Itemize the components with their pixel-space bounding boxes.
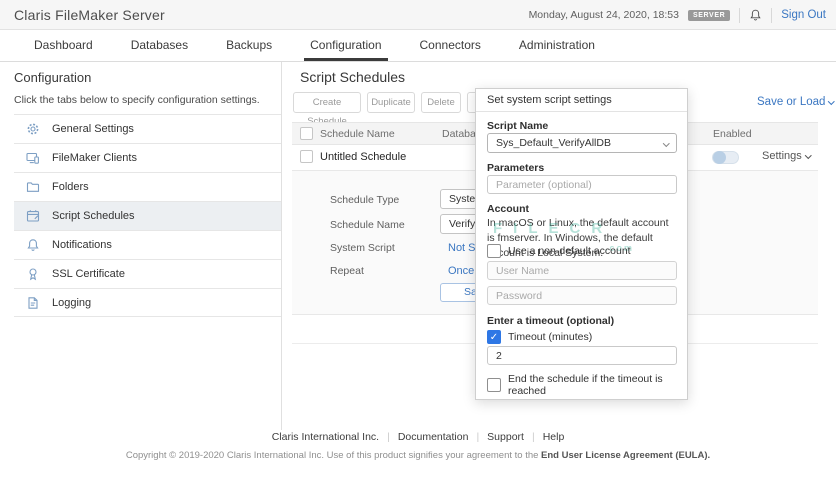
- duplicate-button[interactable]: Duplicate: [367, 92, 415, 113]
- divider: |: [476, 431, 480, 443]
- column-enabled: Enabled: [713, 128, 752, 140]
- column-schedule-name: Schedule Name: [320, 128, 395, 140]
- delete-button[interactable]: Delete: [421, 92, 461, 113]
- top-bar-right: Monday, August 24, 2020, 18:53 SERVER Si…: [529, 0, 826, 30]
- sidebar-list: General Settings FileMaker Clients Folde…: [14, 114, 281, 317]
- parameters-label: Parameters: [487, 162, 545, 174]
- sidebar-item-general-settings[interactable]: General Settings: [14, 114, 281, 143]
- username-input[interactable]: [487, 261, 677, 280]
- sidebar-divider: [281, 62, 282, 430]
- tab-connectors[interactable]: Connectors: [414, 30, 487, 61]
- sidebar-item-label: SSL Certificate: [52, 268, 125, 280]
- parameters-input[interactable]: [487, 175, 677, 194]
- admin-console-page: Claris FileMaker Server Monday, August 2…: [0, 0, 836, 484]
- main-nav: Dashboard Databases Backups Configuratio…: [0, 30, 836, 62]
- copyright-text: Copyright © 2019-2020 Claris Internation…: [125, 450, 711, 461]
- non-default-account-checkbox[interactable]: Use a non-default account: [487, 244, 631, 258]
- sidebar-item-label: Logging: [52, 296, 92, 309]
- script-name-select[interactable]: Sys_Default_VerifyAllDB: [487, 133, 677, 153]
- checkbox-unchecked[interactable]: [487, 378, 501, 392]
- divider: [739, 7, 741, 23]
- system-script-label: System Script: [330, 242, 395, 254]
- bell-icon: [26, 238, 40, 252]
- notifications-bell-icon[interactable]: [749, 8, 762, 22]
- sidebar-item-notifications[interactable]: Notifications: [14, 230, 281, 259]
- app-logo: Claris FileMaker Server: [14, 7, 165, 23]
- eula-text: End User License Agreement (EULA).: [541, 450, 711, 461]
- create-schedule-button[interactable]: Create Schedule: [293, 92, 361, 127]
- divider: |: [387, 431, 390, 443]
- divider: [771, 7, 773, 23]
- toggle-knob: [713, 151, 726, 164]
- enabled-toggle[interactable]: [712, 151, 739, 164]
- sidebar-item-folders[interactable]: Folders: [14, 172, 281, 201]
- password-input[interactable]: [487, 286, 677, 305]
- checkbox-checked[interactable]: ✓: [487, 330, 501, 344]
- sidebar-item-label: Notifications: [52, 239, 112, 251]
- repeat-label: Repeat: [330, 265, 364, 277]
- sign-out-link[interactable]: Sign Out: [781, 9, 826, 21]
- footer-link-documentation[interactable]: Documentation: [398, 431, 469, 443]
- timeout-checkbox[interactable]: ✓ Timeout (minutes): [487, 330, 592, 344]
- sidebar-title: Configuration: [14, 70, 92, 85]
- script-name-label: Script Name: [487, 120, 549, 132]
- settings-dropdown[interactable]: Settings: [762, 150, 812, 162]
- schedule-name-cell: Untitled Schedule: [320, 151, 407, 163]
- calendar-icon: [26, 209, 40, 223]
- select-all-checkbox[interactable]: [300, 127, 313, 140]
- sidebar-item-label: Script Schedules: [52, 210, 135, 222]
- sidebar-item-label: Folders: [52, 181, 89, 193]
- footer-link-support[interactable]: Support: [487, 431, 524, 443]
- tab-dashboard[interactable]: Dashboard: [28, 30, 99, 61]
- schedule-name-label: Schedule Name: [330, 219, 405, 231]
- chevron-down-icon: [662, 140, 669, 147]
- chevron-down-icon: [828, 97, 835, 104]
- system-script-settings-dialog: Set system script settings Script Name S…: [475, 88, 688, 400]
- end-schedule-checkbox[interactable]: End the schedule if the timeout is reach…: [487, 373, 687, 397]
- server-badge: SERVER: [687, 9, 731, 21]
- timeout-section-label: Enter a timeout (optional): [487, 315, 615, 327]
- tab-backups[interactable]: Backups: [220, 30, 278, 61]
- sidebar-item-filemaker-clients[interactable]: FileMaker Clients: [14, 143, 281, 172]
- footer-link-help[interactable]: Help: [543, 431, 565, 443]
- datetime-text: Monday, August 24, 2020, 18:53: [528, 9, 679, 21]
- log-icon: [26, 296, 40, 310]
- folder-icon: [26, 180, 40, 194]
- sidebar-subtitle: Click the tabs below to specify configur…: [14, 94, 260, 106]
- checkbox-unchecked[interactable]: [487, 244, 501, 258]
- sidebar-item-logging[interactable]: Logging: [14, 288, 281, 317]
- sidebar-item-label: FileMaker Clients: [52, 152, 137, 164]
- tab-configuration[interactable]: Configuration: [304, 30, 388, 61]
- timeout-minutes-input[interactable]: [487, 346, 677, 365]
- chevron-down-icon: [804, 151, 812, 158]
- footer-link-claris[interactable]: Claris International Inc.: [272, 431, 379, 443]
- clients-icon: [26, 151, 40, 165]
- gear-icon: [26, 122, 40, 136]
- account-label: Account: [487, 203, 529, 215]
- save-or-load-dropdown[interactable]: Save or Load: [757, 96, 835, 108]
- certificate-icon: [26, 267, 40, 281]
- top-bar: Claris FileMaker Server Monday, August 2…: [0, 0, 836, 30]
- row-checkbox[interactable]: [300, 150, 313, 163]
- sidebar-item-script-schedules[interactable]: Script Schedules: [14, 201, 281, 230]
- footer-links: Claris International Inc. | Documentation |…: [0, 431, 836, 443]
- divider: |: [531, 431, 535, 443]
- tab-databases[interactable]: Databases: [125, 30, 194, 61]
- sidebar-item-label: General Settings: [52, 123, 134, 135]
- tab-administration[interactable]: Administration: [513, 30, 601, 61]
- sidebar-item-ssl-certificate[interactable]: SSL Certificate: [14, 259, 281, 288]
- dialog-title: Set system script settings: [476, 89, 687, 112]
- page-title: Script Schedules: [300, 69, 406, 85]
- schedule-type-label: Schedule Type: [330, 194, 400, 206]
